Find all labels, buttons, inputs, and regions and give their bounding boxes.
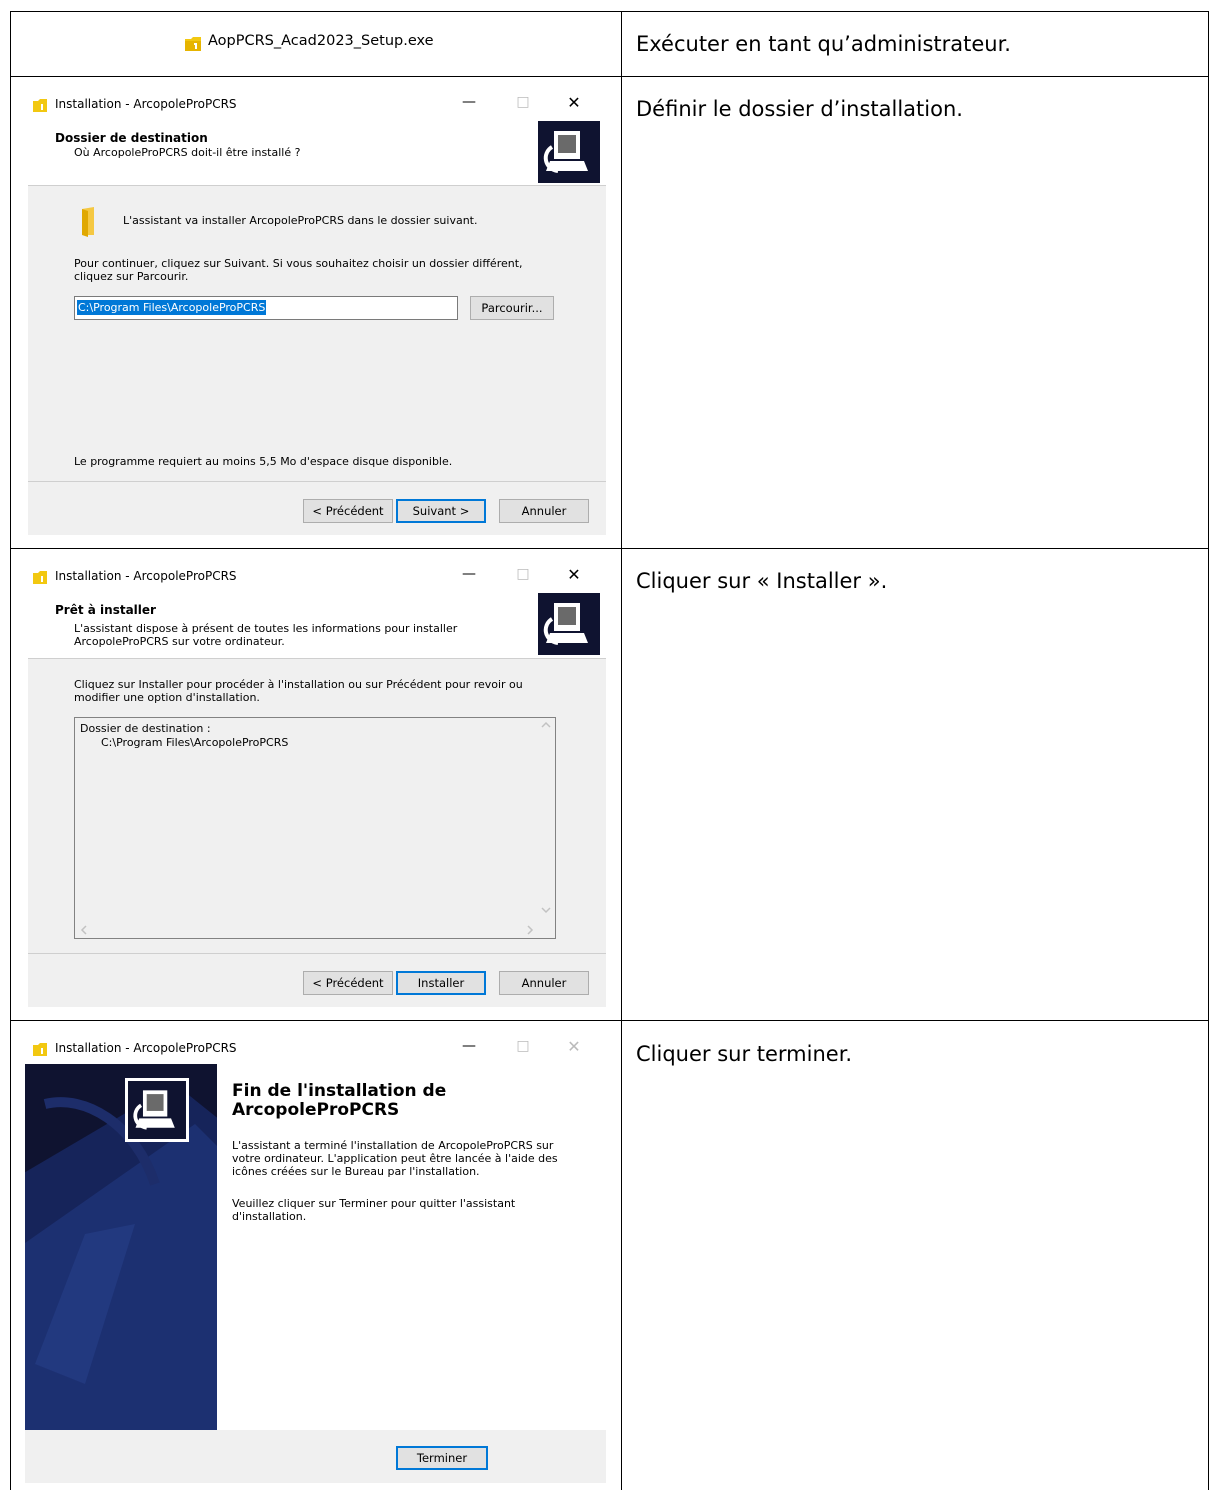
continue-text-line-1: Pour continuer, cliquez sur Suivant. Si … <box>74 257 523 270</box>
maximize-button[interactable]: □ <box>508 566 538 582</box>
footer-separator <box>28 481 606 482</box>
minimize-button[interactable]: — <box>454 566 484 582</box>
continue-text-line-2: cliquez sur Parcourir. <box>74 270 189 283</box>
app-icon <box>32 569 48 585</box>
table-border-left <box>10 11 11 1490</box>
table-border-top <box>10 11 1209 12</box>
table-row-divider <box>10 1020 1209 1021</box>
footer-separator <box>28 953 606 954</box>
finish-paragraph-1-line-1: L'assistant a terminé l'installation de … <box>232 1139 554 1152</box>
minimize-button[interactable]: — <box>454 94 484 110</box>
setup-exe-filename[interactable]: AopPCRS_Acad2023_Setup.exe <box>208 33 434 49</box>
wizard-side-banner <box>25 1064 217 1430</box>
ready-memo-box[interactable]: Dossier de destination : C:\Program File… <box>74 717 556 939</box>
memo-line-2: C:\Program Files\ArcopoleProPCRS <box>101 736 289 749</box>
setup-exe-icon <box>184 34 202 52</box>
installer-window-ready: Installation - ArcopoleProPCRS — □ ✕ Prê… <box>28 560 606 1007</box>
cancel-button[interactable]: Annuler <box>499 971 589 995</box>
finish-paragraph-2-line-1: Veuillez cliquer sur Terminer pour quitt… <box>232 1197 516 1210</box>
info-line: L'assistant va installer ArcopoleProPCRS… <box>123 214 478 227</box>
close-button[interactable]: ✕ <box>559 1037 589 1056</box>
next-button[interactable]: Suivant > <box>396 499 486 523</box>
page-subtitle-line-1: L'assistant dispose à présent de toutes … <box>74 622 458 635</box>
window-title: Installation - ArcopoleProPCRS <box>55 97 237 111</box>
instruction-step-3: Cliquer sur « Installer ». <box>636 569 888 593</box>
setup-computer-icon <box>125 1078 189 1142</box>
minimize-button[interactable]: — <box>454 1038 484 1054</box>
app-icon <box>32 97 48 113</box>
close-button[interactable]: ✕ <box>559 565 589 584</box>
app-icon <box>32 1041 48 1057</box>
memo-line-1: Dossier de destination : <box>80 722 211 735</box>
table-column-divider <box>621 11 622 1490</box>
scroll-right-icon[interactable] <box>526 925 534 938</box>
install-button[interactable]: Installer <box>396 971 486 995</box>
instruction-step-1: Exécuter en tant qu’administrateur. <box>636 32 1011 56</box>
destination-path-value: C:\Program Files\ArcopoleProPCRS <box>77 300 267 315</box>
page-subtitle-line-2: ArcopoleProPCRS sur votre ordinateur. <box>74 635 285 648</box>
browse-button[interactable]: Parcourir... <box>470 296 554 320</box>
finish-button[interactable]: Terminer <box>396 1446 488 1470</box>
disk-space-text: Le programme requiert au moins 5,5 Mo d'… <box>74 455 453 468</box>
page-subtitle: Où ArcopoleProPCRS doit-il être installé… <box>74 146 301 159</box>
folder-icon <box>78 205 102 237</box>
maximize-button[interactable]: □ <box>508 94 538 110</box>
table-row-divider <box>10 548 1209 549</box>
page-title: Prêt à installer <box>55 603 156 617</box>
back-button[interactable]: < Précédent <box>303 971 393 995</box>
setup-computer-icon <box>538 593 600 655</box>
destination-path-input[interactable]: C:\Program Files\ArcopoleProPCRS <box>74 296 458 320</box>
maximize-button[interactable]: □ <box>508 1038 538 1054</box>
finish-paragraph-2-line-2: d'installation. <box>232 1210 307 1223</box>
instruction-step-2: Définir le dossier d’installation. <box>636 97 963 121</box>
cancel-button[interactable]: Annuler <box>499 499 589 523</box>
finish-paragraph-1-line-3: icônes créées sur le Bureau par l'instal… <box>232 1165 480 1178</box>
close-button[interactable]: ✕ <box>559 93 589 112</box>
info-line-2: modifier une option d'installation. <box>74 691 260 704</box>
finish-title-line-2: ArcopoleProPCRS <box>232 1100 400 1120</box>
vertical-scrollbar[interactable] <box>538 718 555 921</box>
installer-window-destination: Installation - ArcopoleProPCRS — □ ✕ Dos… <box>28 88 606 535</box>
page-title: Dossier de destination <box>55 131 208 145</box>
wizard-body <box>28 186 606 535</box>
table-row-divider <box>10 76 1209 77</box>
finish-paragraph-1-line-2: votre ordinateur. L'application peut êtr… <box>232 1152 558 1165</box>
scroll-up-icon[interactable] <box>541 721 551 732</box>
setup-computer-icon <box>538 121 600 183</box>
window-title: Installation - ArcopoleProPCRS <box>55 569 237 583</box>
horizontal-scrollbar[interactable] <box>75 921 538 938</box>
instruction-step-4: Cliquer sur terminer. <box>636 1042 853 1066</box>
scroll-left-icon[interactable] <box>80 925 88 938</box>
back-button[interactable]: < Précédent <box>303 499 393 523</box>
wizard-footer <box>25 1430 606 1483</box>
installer-window-finished: Installation - ArcopoleProPCRS — □ ✕ Fin… <box>25 1032 606 1483</box>
window-title: Installation - ArcopoleProPCRS <box>55 1041 237 1055</box>
finish-title-line-1: Fin de l'installation de <box>232 1081 447 1101</box>
scroll-down-icon[interactable] <box>541 904 551 917</box>
info-line-1: Cliquez sur Installer pour procéder à l'… <box>74 678 523 691</box>
